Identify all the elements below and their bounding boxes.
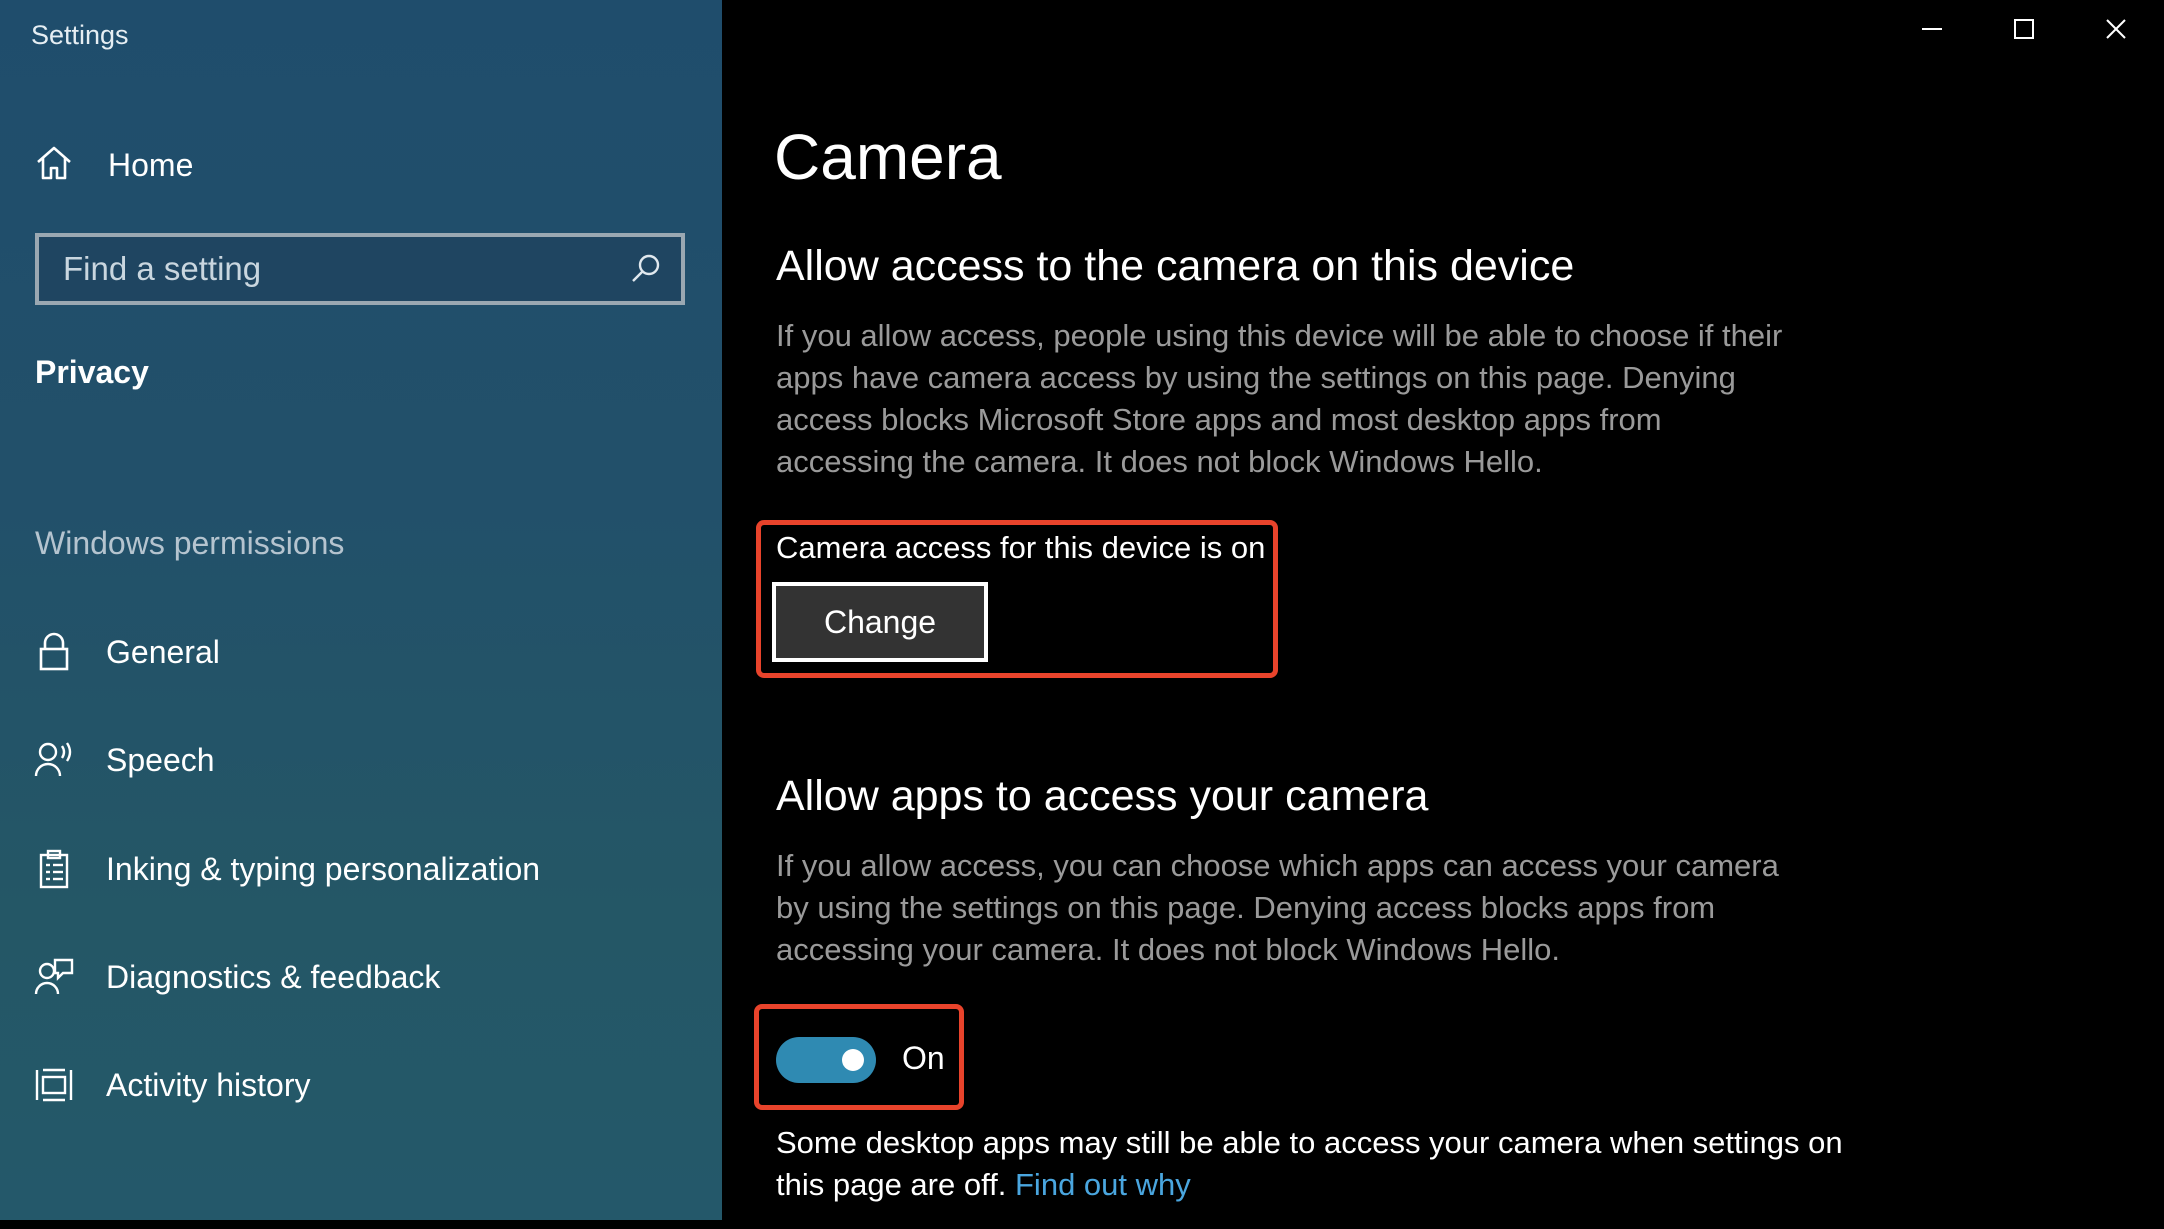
page-title: Camera — [774, 121, 1002, 193]
sidebar-item-activity-history[interactable]: Activity history — [34, 1057, 694, 1113]
sidebar-item-inking-typing[interactable]: Inking & typing personalization — [34, 841, 694, 897]
maximize-button[interactable] — [1978, 0, 2070, 62]
device-access-description: If you allow access, people using this d… — [776, 318, 1783, 479]
sidebar-item-diagnostics-feedback[interactable]: Diagnostics & feedback — [34, 949, 694, 1005]
speech-icon — [34, 740, 74, 780]
sidebar-item-label: General — [106, 633, 220, 670]
sidebar: Settings Home Privacy Windows permission… — [0, 0, 722, 1220]
search-input[interactable] — [39, 249, 621, 289]
desktop-apps-note-text: Some desktop apps may still be able to a… — [776, 1125, 1843, 1202]
find-out-why-link[interactable]: Find out why — [1015, 1167, 1191, 1202]
app-title: Settings — [31, 20, 129, 50]
minimize-icon — [1920, 17, 1944, 46]
clipboard-icon — [34, 849, 74, 889]
toggle-state-label: On — [902, 1040, 945, 1076]
sidebar-item-general[interactable]: General — [34, 624, 694, 680]
main-content: Camera Allow access to the camera on thi… — [722, 0, 2164, 1229]
close-icon — [2104, 17, 2128, 46]
minimize-button[interactable] — [1886, 0, 1978, 62]
sidebar-item-label: Inking & typing personalization — [106, 850, 541, 887]
nav-home[interactable]: Home — [34, 140, 684, 190]
device-access-status: Camera access for this device is on — [776, 530, 1266, 565]
search-box[interactable] — [35, 233, 685, 305]
window-right-edge — [2156, 0, 2164, 1229]
maximize-icon — [2012, 17, 2036, 46]
camera-access-toggle[interactable] — [776, 1037, 876, 1083]
search-icon[interactable] — [621, 244, 671, 294]
desktop-apps-note: Some desktop apps may still be able to a… — [776, 1122, 1876, 1206]
nav-home-label: Home — [108, 146, 194, 183]
lock-icon — [34, 632, 74, 672]
home-icon — [34, 143, 74, 188]
sidebar-item-label: Diagnostics & feedback — [106, 958, 441, 995]
section-heading-privacy: Privacy — [35, 354, 149, 390]
section-heading-windows-permissions: Windows permissions — [35, 525, 345, 561]
sidebar-item-speech[interactable]: Speech — [34, 732, 694, 788]
window-bottom-edge — [0, 1220, 722, 1229]
apps-access-heading: Allow apps to access your camera — [776, 772, 1429, 820]
change-button[interactable]: Change — [772, 582, 988, 662]
toggle-knob — [842, 1049, 864, 1071]
feedback-icon — [34, 957, 74, 997]
close-button[interactable] — [2070, 0, 2162, 62]
sidebar-item-label: Activity history — [106, 1066, 311, 1103]
sidebar-item-label: Speech — [106, 741, 215, 778]
activity-history-icon — [34, 1065, 74, 1105]
apps-access-description: If you allow access, you can choose whic… — [776, 848, 1779, 967]
device-access-heading: Allow access to the camera on this devic… — [776, 242, 1575, 290]
